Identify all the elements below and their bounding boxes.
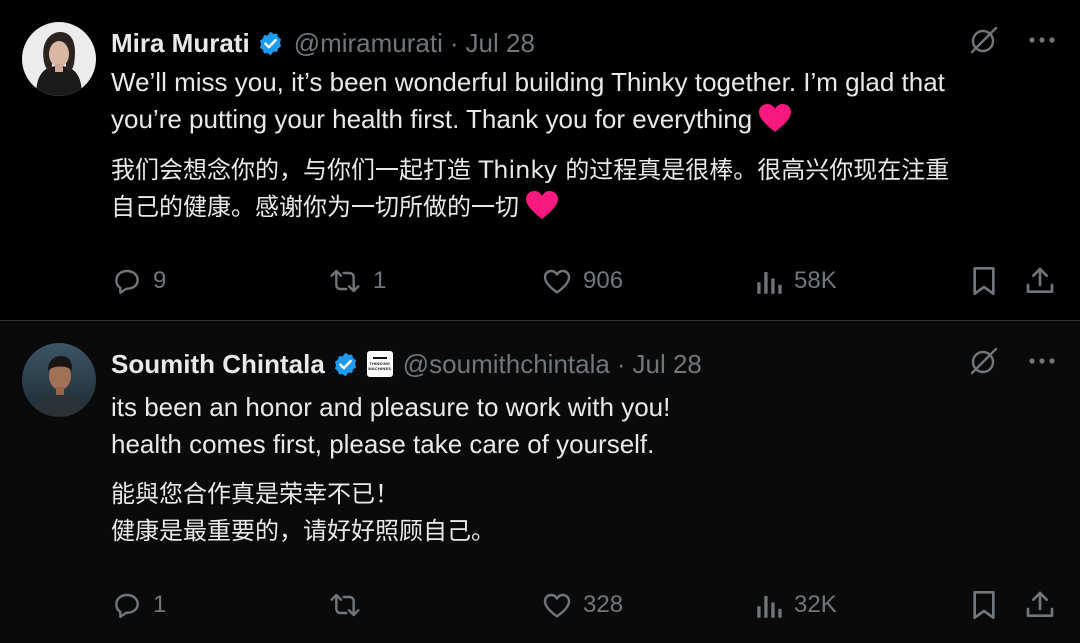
tweet-text-chinese: 我们会想念你的，与你们一起打造 Thinky 的过程真是很棒。很高兴你现在注重 … — [111, 152, 1062, 226]
repost-button[interactable] — [327, 585, 373, 625]
tweet-mira-murati[interactable]: Mira Murati @miramurati · Jul 28 We’ll m… — [0, 0, 1080, 321]
bookmark-button[interactable] — [969, 261, 999, 301]
tweet-actions: 1 328 32K — [111, 585, 1058, 625]
tweet-text-chinese: 能與您合作真是荣幸不已！ 健康是最重要的，请好好照顾自己。 — [111, 476, 1062, 550]
bookmark-button[interactable] — [969, 585, 999, 625]
repost-icon — [330, 593, 360, 617]
top-actions — [968, 24, 1058, 56]
share-icon — [1026, 267, 1054, 293]
avatar[interactable] — [22, 22, 96, 96]
share-button[interactable] — [1024, 585, 1056, 625]
reply-button[interactable]: 1 — [111, 585, 166, 625]
like-icon — [543, 269, 571, 294]
bookmark-icon — [973, 267, 995, 295]
handle[interactable]: @miramurati — [294, 28, 443, 59]
tweet-text-zh: 能與您合作真是荣幸不已！ 健康是最重要的，请好好照顾自己。 — [111, 480, 495, 545]
affiliation-badge-text: THINKING MACHINES — [368, 360, 392, 371]
repost-icon — [330, 269, 360, 293]
tweet-header: Mira Murati @miramurati · Jul 28 — [111, 26, 535, 60]
like-icon — [543, 593, 571, 618]
grok-icon[interactable] — [968, 345, 1000, 377]
tweet-soumith-chintala[interactable]: Soumith Chintala THINKING MACHINES @soumi… — [0, 321, 1080, 643]
views-count: 58K — [794, 267, 837, 294]
more-icon[interactable] — [1026, 24, 1058, 56]
tweet-text-en: its been an honor and pleasure to work w… — [111, 392, 671, 459]
separator-dot: · — [449, 27, 459, 58]
heart-emoji-icon — [525, 190, 559, 220]
timestamp[interactable]: Jul 28 — [466, 28, 535, 59]
reply-count: 1 — [153, 591, 167, 618]
separator-dot: · — [616, 348, 626, 379]
views-icon — [757, 596, 782, 618]
avatar[interactable] — [22, 343, 96, 417]
handle[interactable]: @soumithchintala — [403, 349, 610, 380]
views-icon — [757, 272, 782, 294]
timestamp[interactable]: Jul 28 — [633, 349, 702, 380]
repost-button[interactable]: 1 — [327, 261, 386, 301]
views-button[interactable]: 58K — [756, 261, 837, 301]
like-button[interactable]: 328 — [541, 585, 623, 625]
tweet-text-english: We’ll miss you, it’s been wonderful buil… — [111, 64, 1062, 138]
like-count: 906 — [583, 267, 624, 294]
tweet-text-english: its been an honor and pleasure to work w… — [111, 389, 1062, 463]
affiliation-badge-logo[interactable]: THINKING MACHINES — [366, 351, 393, 377]
display-name[interactable]: Mira Murati — [111, 28, 250, 59]
more-icon[interactable] — [1026, 345, 1058, 377]
like-button[interactable]: 906 — [541, 261, 623, 301]
verified-badge-icon[interactable] — [257, 30, 284, 57]
reply-icon — [115, 269, 139, 294]
share-icon — [1026, 591, 1054, 617]
share-button[interactable] — [1024, 261, 1056, 301]
reply-icon — [115, 593, 139, 618]
verified-badge-icon[interactable] — [332, 351, 359, 378]
tweet-header: Soumith Chintala THINKING MACHINES @soumi… — [111, 347, 702, 381]
views-button[interactable]: 32K — [756, 585, 837, 625]
reply-count: 9 — [153, 267, 167, 294]
reply-button[interactable]: 9 — [111, 261, 166, 301]
tweet-actions: 9 1 906 58K — [111, 261, 1058, 301]
display-name[interactable]: Soumith Chintala — [111, 349, 325, 380]
bookmark-icon — [973, 591, 995, 619]
tweet-text-en: We’ll miss you, it’s been wonderful buil… — [111, 67, 945, 134]
repost-count: 1 — [373, 267, 387, 294]
like-count: 328 — [583, 591, 624, 618]
grok-icon[interactable] — [968, 24, 1000, 56]
top-actions — [968, 345, 1058, 377]
views-count: 32K — [794, 591, 837, 618]
heart-emoji-icon — [758, 103, 792, 133]
